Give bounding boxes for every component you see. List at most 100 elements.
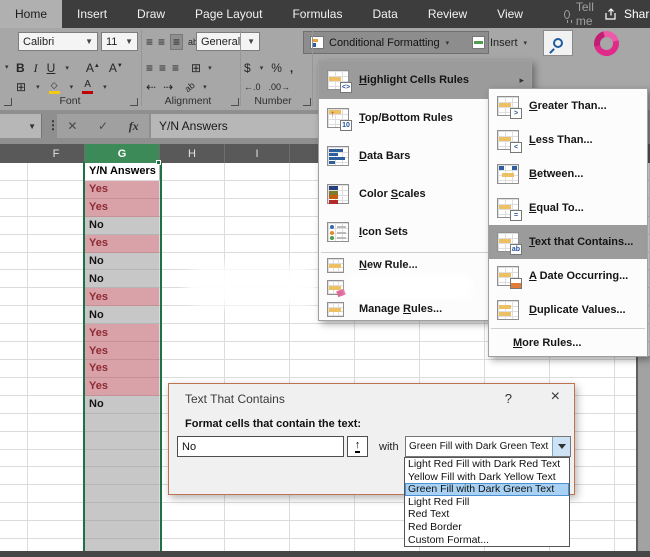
sheet-cell[interactable] bbox=[28, 324, 85, 342]
sheet-cell[interactable] bbox=[0, 253, 28, 271]
align-right-button[interactable]: ≡ bbox=[172, 62, 179, 74]
g-cell[interactable]: Yes bbox=[85, 181, 160, 199]
collapse-dialog-button[interactable]: ↑ bbox=[347, 436, 368, 457]
sheet-cell[interactable] bbox=[355, 360, 420, 378]
sheet-cell[interactable] bbox=[0, 235, 28, 253]
menu-item-a-date-occurring[interactable]: A Date Occurring... bbox=[489, 259, 647, 293]
share-button[interactable]: Share bbox=[597, 7, 650, 21]
percent-style-button[interactable]: % bbox=[271, 62, 282, 74]
sheet-cell[interactable] bbox=[420, 360, 485, 378]
number-format-combo[interactable]: General▼ bbox=[196, 32, 260, 51]
sheet-cell[interactable] bbox=[28, 217, 85, 235]
sheet-cell[interactable] bbox=[160, 306, 225, 324]
g-cell[interactable]: Yes bbox=[85, 235, 160, 253]
g-cell[interactable]: No bbox=[85, 306, 160, 324]
alignment-dialog-launcher-icon[interactable] bbox=[231, 98, 239, 106]
sheet-cell[interactable] bbox=[0, 181, 28, 199]
sheet-cell[interactable] bbox=[160, 235, 225, 253]
sheet-cell[interactable] bbox=[28, 485, 85, 503]
merge-dropdown-caret-icon[interactable]: ▾ bbox=[208, 64, 212, 72]
g-cell[interactable]: Yes bbox=[85, 199, 160, 217]
search-button[interactable] bbox=[543, 30, 573, 56]
sheet-cell[interactable] bbox=[28, 432, 85, 450]
number-dialog-launcher-icon[interactable] bbox=[303, 98, 311, 106]
menu-item-text-that-contains[interactable]: abText that Contains... bbox=[489, 225, 647, 259]
sheet-cell[interactable] bbox=[28, 199, 85, 217]
g-cell[interactable]: No bbox=[85, 253, 160, 271]
increase-decimal-button[interactable]: ←.0 bbox=[244, 83, 261, 92]
sheet-cell[interactable] bbox=[28, 396, 85, 414]
sheet-cell[interactable] bbox=[28, 288, 85, 306]
fill-color-caret-icon[interactable]: ▾ bbox=[70, 83, 74, 91]
column-header-G[interactable]: G bbox=[85, 144, 160, 163]
format-option-light-red-fill-with-dark-red-text[interactable]: Light Red Fill with Dark Red Text bbox=[405, 458, 569, 471]
sheet-cell[interactable] bbox=[160, 163, 225, 181]
format-combo-dropdown-button[interactable] bbox=[552, 437, 570, 456]
sheet-cell[interactable] bbox=[160, 217, 225, 235]
sheet-cell[interactable] bbox=[0, 467, 28, 485]
sheet-cell[interactable] bbox=[225, 324, 290, 342]
sheet-cell[interactable] bbox=[160, 521, 225, 539]
align-middle-button[interactable]: ≡ bbox=[158, 36, 165, 48]
g-cell[interactable]: Y/N Answers bbox=[85, 163, 160, 181]
sheet-cell[interactable] bbox=[0, 503, 28, 521]
sheet-cell[interactable] bbox=[28, 306, 85, 324]
g-cell[interactable] bbox=[85, 503, 160, 521]
merge-center-button[interactable]: ⊞ bbox=[191, 62, 201, 74]
sheet-cell[interactable] bbox=[0, 521, 28, 539]
decrease-indent-button[interactable]: ⇠ bbox=[146, 81, 156, 93]
help-button[interactable]: ? bbox=[505, 391, 512, 406]
insert-cells-button[interactable]: Insert ▾ bbox=[468, 31, 531, 54]
sheet-cell[interactable] bbox=[160, 360, 225, 378]
sheet-cell[interactable] bbox=[0, 217, 28, 235]
font-color-button[interactable]: A bbox=[82, 80, 93, 94]
sheet-cell[interactable] bbox=[420, 324, 485, 342]
sheet-cell[interactable] bbox=[290, 324, 355, 342]
sheet-cell[interactable] bbox=[160, 199, 225, 217]
bold-button[interactable]: B bbox=[16, 62, 25, 74]
sheet-cell[interactable] bbox=[225, 181, 290, 199]
sheet-cell[interactable] bbox=[28, 503, 85, 521]
sheet-cell[interactable] bbox=[355, 324, 420, 342]
accounting-format-button[interactable]: $ bbox=[244, 62, 251, 74]
clipboard-dialog-launcher-icon[interactable] bbox=[4, 98, 12, 106]
menu-item-greater-than[interactable]: >Greater Than... bbox=[489, 89, 647, 123]
sheet-cell[interactable] bbox=[0, 163, 28, 181]
menu-item-more-rules[interactable]: More Rules... bbox=[489, 330, 647, 356]
sheet-cell[interactable] bbox=[225, 235, 290, 253]
align-left-button[interactable]: ≡ bbox=[146, 62, 153, 74]
column-header-H[interactable]: H bbox=[160, 144, 225, 163]
shrink-font-button[interactable]: A▼ bbox=[109, 62, 123, 74]
sheet-cell[interactable] bbox=[290, 360, 355, 378]
fill-handle[interactable] bbox=[156, 160, 161, 165]
format-option-custom-format[interactable]: Custom Format... bbox=[405, 534, 569, 547]
tab-page-layout[interactable]: Page Layout bbox=[180, 0, 277, 28]
sheet-cell[interactable] bbox=[550, 360, 615, 378]
grow-font-button[interactable]: A▲ bbox=[86, 62, 100, 74]
g-cell[interactable] bbox=[85, 414, 160, 432]
sheet-cell[interactable] bbox=[290, 521, 355, 539]
sheet-cell[interactable] bbox=[225, 521, 290, 539]
g-cell[interactable]: Yes bbox=[85, 342, 160, 360]
sheet-cell[interactable] bbox=[485, 360, 550, 378]
tell-me-box[interactable]: Tell me bbox=[564, 0, 597, 28]
format-combo[interactable]: Green Fill with Dark Green Text bbox=[405, 436, 571, 457]
paste-dropdown-caret-icon[interactable]: ▾ bbox=[5, 64, 9, 71]
sheet-cell[interactable] bbox=[225, 163, 290, 181]
close-icon[interactable]: × bbox=[551, 388, 560, 406]
sheet-cell[interactable] bbox=[28, 163, 85, 181]
column-header-I[interactable]: I bbox=[225, 144, 290, 163]
sheet-cell[interactable] bbox=[225, 306, 290, 324]
sheet-cell[interactable] bbox=[28, 270, 85, 288]
sheet-cell[interactable] bbox=[0, 199, 28, 217]
font-dialog-launcher-icon[interactable] bbox=[130, 98, 138, 106]
tab-review[interactable]: Review bbox=[413, 0, 482, 28]
borders-dropdown-caret-icon[interactable]: ▾ bbox=[36, 83, 40, 91]
sheet-cell[interactable] bbox=[160, 342, 225, 360]
sheet-cell[interactable] bbox=[290, 342, 355, 360]
g-cell[interactable] bbox=[85, 432, 160, 450]
g-cell[interactable] bbox=[85, 450, 160, 468]
sheet-cell[interactable] bbox=[225, 217, 290, 235]
menu-item-duplicate-values[interactable]: Duplicate Values... bbox=[489, 293, 647, 327]
font-name-combo[interactable]: Calibri▼ bbox=[18, 32, 98, 51]
